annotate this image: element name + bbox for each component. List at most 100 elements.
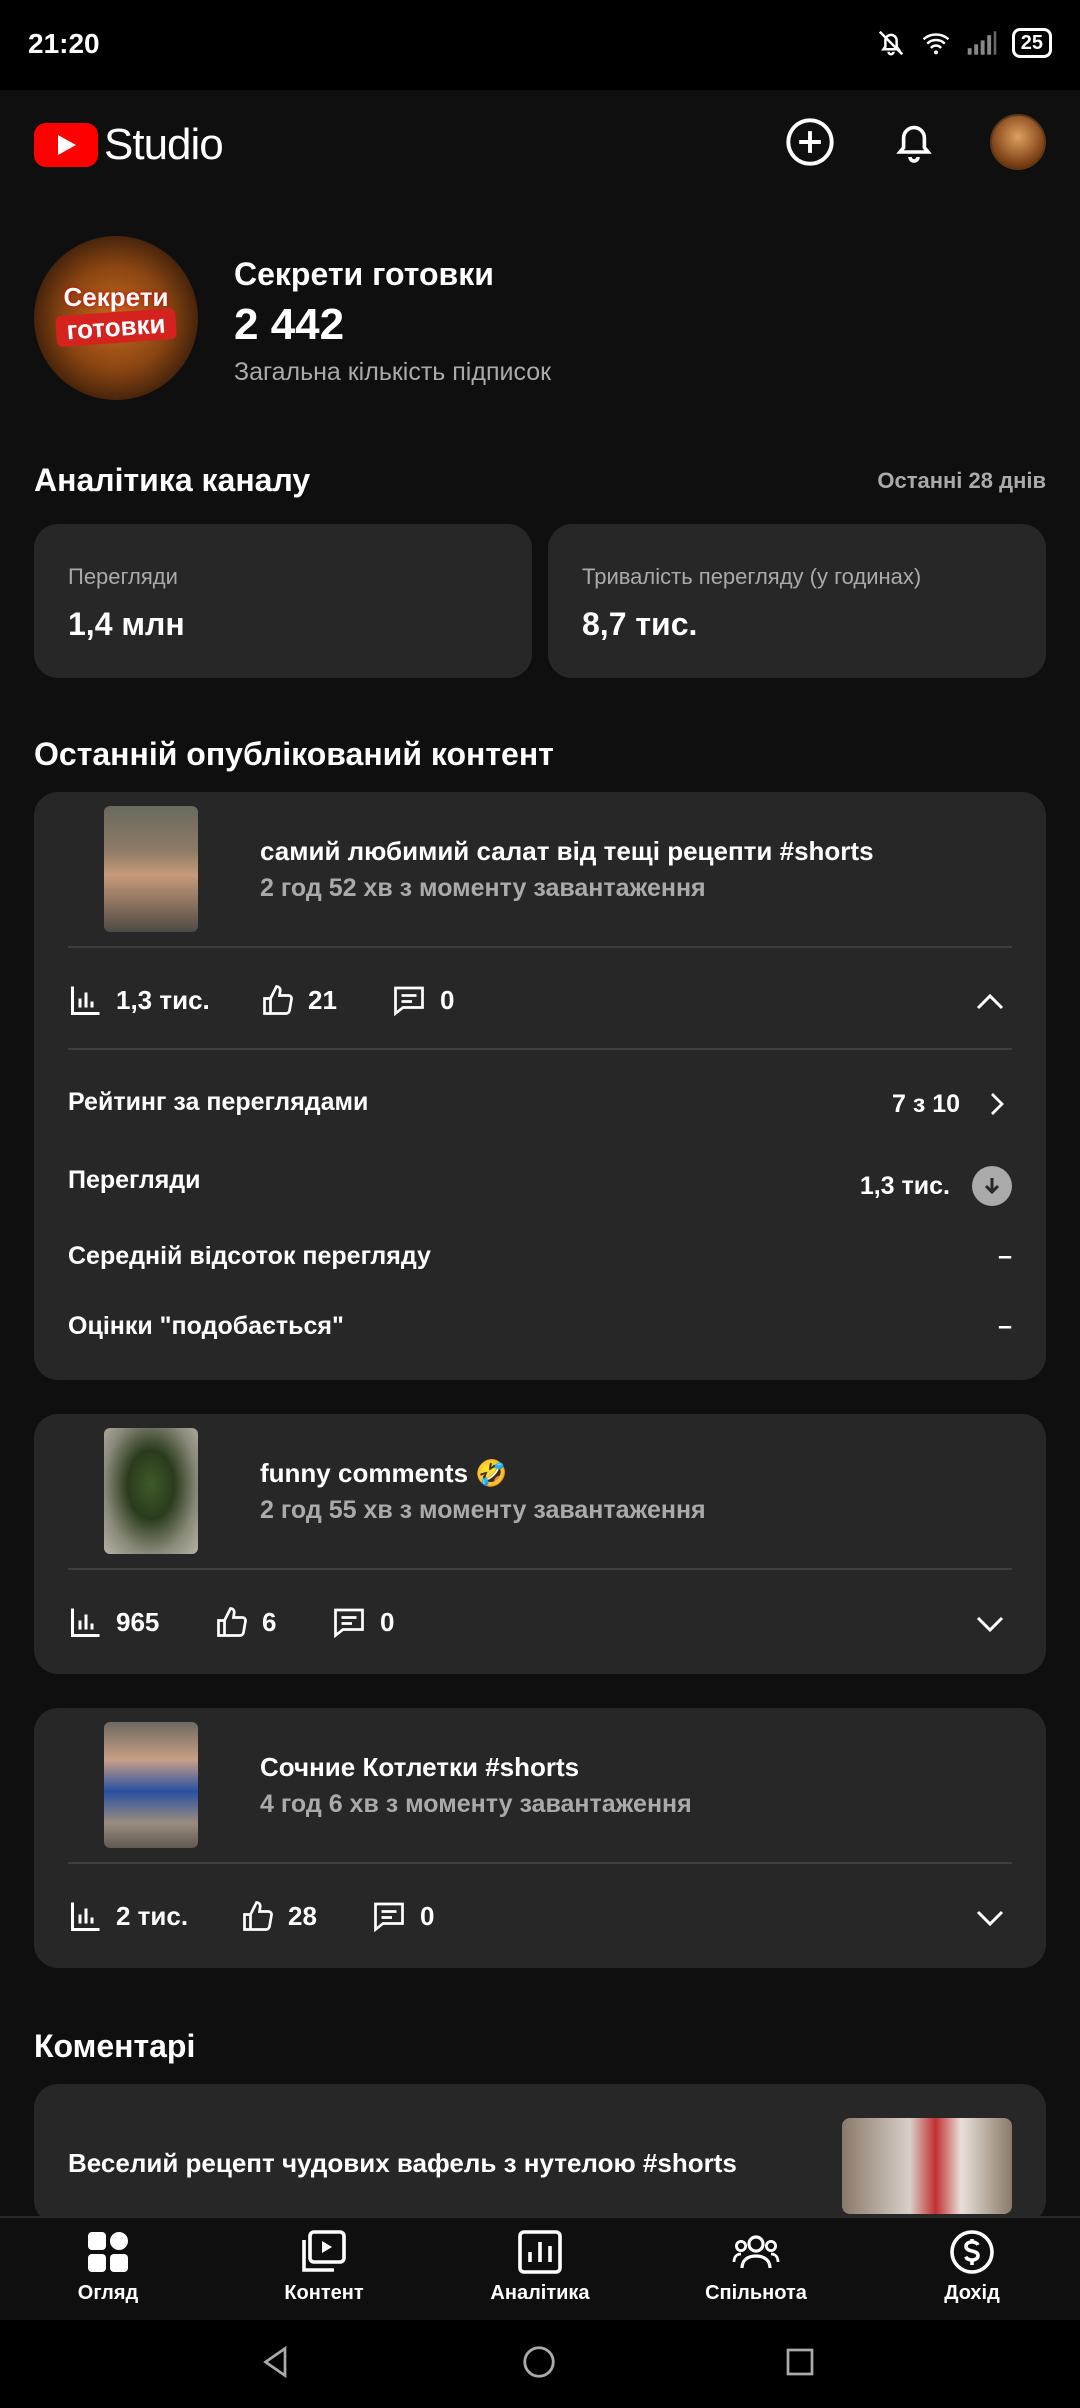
chevron-down-icon [976,1616,1004,1633]
status-time: 21:20 [28,28,100,59]
detail-row-rank[interactable]: Рейтинг за переглядами 7 з 10 [68,1088,1012,1128]
comment-video-thumbnail [842,2118,1012,2214]
comments-stat: 0 [390,982,454,1018]
likes-stat: 21 [260,982,337,1018]
bell-muted-icon [878,30,903,56]
chevron-right-icon [991,1093,1004,1115]
detail-label: Середній відсоток перегляду [68,1242,431,1270]
metric-value: 1,4 млн [68,606,185,642]
avatar-text-line1: Секрети [63,282,169,312]
analytics-title: Аналітика каналу [34,462,311,498]
channel-avatar[interactable]: Секрети готовки [34,236,198,400]
views-stat: 1,3 тис. [68,982,210,1018]
detail-value: 1,3 тис. [859,1171,950,1200]
content-card: funny comments 🤣 2 год 55 хв з моменту з… [34,1414,1046,1674]
dollar-circle-icon [950,2230,994,2274]
nav-label: Дохід [944,2282,1000,2304]
detail-label: Рейтинг за переглядами [68,1088,369,1116]
signal-icon [967,31,997,55]
detail-row-likes: Оцінки "подобається" – [68,1312,1012,1352]
battery-indicator: 25 [1011,28,1052,58]
bar-chart-icon [71,1608,100,1637]
recents-button[interactable] [782,2342,818,2387]
people-icon [732,2235,780,2269]
video-age: 2 год 52 хв з моменту завантаження [260,874,706,902]
home-circle-icon [523,2346,555,2378]
thumb-up-icon [243,1901,273,1931]
recent-content-title: Останній опублікований контент [34,736,554,772]
notifications-button[interactable] [884,112,944,172]
comments-count: 0 [420,1900,435,1931]
nav-item-content[interactable]: Контент [244,2228,404,2305]
account-button[interactable] [988,112,1048,172]
video-thumbnail[interactable] [104,1428,198,1554]
detail-row-views: Перегляди 1,3 тис. [68,1166,1012,1206]
nav-item-analytics[interactable]: Аналітика [460,2228,620,2305]
youtube-studio-logo[interactable]: Studio [34,120,224,170]
nav-item-earn[interactable]: Дохід [892,2228,1052,2305]
back-triangle-icon [263,2345,287,2379]
video-thumbnail[interactable] [104,806,198,932]
likes-stat: 6 [214,1604,276,1640]
comments-count: 0 [380,1606,395,1637]
nav-label: Спільнота [705,2282,807,2304]
likes-count: 6 [262,1606,277,1637]
subscriber-label: Загальна кількість підписок [234,358,552,386]
detail-label: Оцінки "подобається" [68,1312,344,1340]
collapse-button[interactable] [972,984,1008,1025]
back-button[interactable] [258,2342,294,2387]
video-age: 2 год 55 хв з моменту завантаження [260,1496,706,1524]
nav-label: Контент [284,2282,364,2304]
bar-chart-icon [71,986,100,1015]
comments-stat: 0 [330,1604,394,1640]
metric-value: 8,7 тис. [582,606,698,642]
home-button[interactable] [520,2342,558,2387]
recents-square-icon [786,2348,814,2376]
dashboard-icon [88,2232,128,2272]
comment-icon [334,1608,364,1639]
expand-button[interactable] [972,1606,1008,1647]
metric-card-views[interactable]: Перегляди 1,4 млн [34,524,532,678]
video-age: 4 год 6 хв з моменту завантаження [260,1790,692,1818]
expand-button[interactable] [972,1900,1008,1941]
add-circle-icon [786,118,834,166]
app-header: Studio [0,90,1080,194]
comments-stat: 0 [370,1898,434,1934]
divider [68,1048,1012,1050]
status-icons: 25 [876,28,1052,58]
arrow-down-circle-icon[interactable] [972,1166,1012,1206]
avatar [990,114,1046,170]
wifi-icon [922,33,950,55]
nav-item-community[interactable]: Спільнота [676,2228,836,2305]
content-card: самий любимий салат від тещі рецепти #sh… [34,792,1046,1380]
bottom-nav: Огляд Контент Аналітика Спільнота Дохід [0,2216,1080,2322]
channel-header: Секрети готовки Секрети готовки 2 442 За… [34,236,1044,406]
create-button[interactable] [780,112,840,172]
metric-label: Перегляди [68,564,178,589]
comments-count: 0 [440,984,455,1015]
youtube-play-icon [34,123,98,167]
system-nav-bar [0,2320,1080,2408]
views-count: 1,3 тис. [116,984,210,1015]
comment-card[interactable]: Веселий рецепт чудових вафель з нутелою … [34,2084,1046,2224]
logo-text: Studio [104,120,224,169]
analytics-period: Останні 28 днів [877,468,1046,493]
bell-icon [896,125,932,163]
likes-count: 28 [288,1900,317,1931]
nav-item-overview[interactable]: Огляд [28,2228,188,2305]
chevron-down-icon [976,1910,1004,1927]
video-title[interactable]: Сочние Котлетки #shorts [260,1752,579,1783]
video-title[interactable]: самий любимий салат від тещі рецепти #sh… [260,836,874,867]
detail-value: 7 з 10 [891,1089,960,1118]
comment-video-title: Веселий рецепт чудових вафель з нутелою … [68,2148,737,2178]
video-library-icon [302,2230,346,2272]
detail-row-avg-view: Середній відсоток перегляду – [68,1242,1012,1282]
subscriber-count: 2 442 [234,300,345,349]
video-thumbnail[interactable] [104,1722,198,1848]
metric-card-watch-time[interactable]: Тривалість перегляду (у годинах) 8,7 тис… [548,524,1046,678]
views-stat: 965 [68,1604,159,1640]
status-bar: 21:20 25 [0,0,1080,90]
detail-value: – [998,1312,1012,1340]
video-title[interactable]: funny comments 🤣 [260,1458,508,1489]
divider [68,946,1012,948]
